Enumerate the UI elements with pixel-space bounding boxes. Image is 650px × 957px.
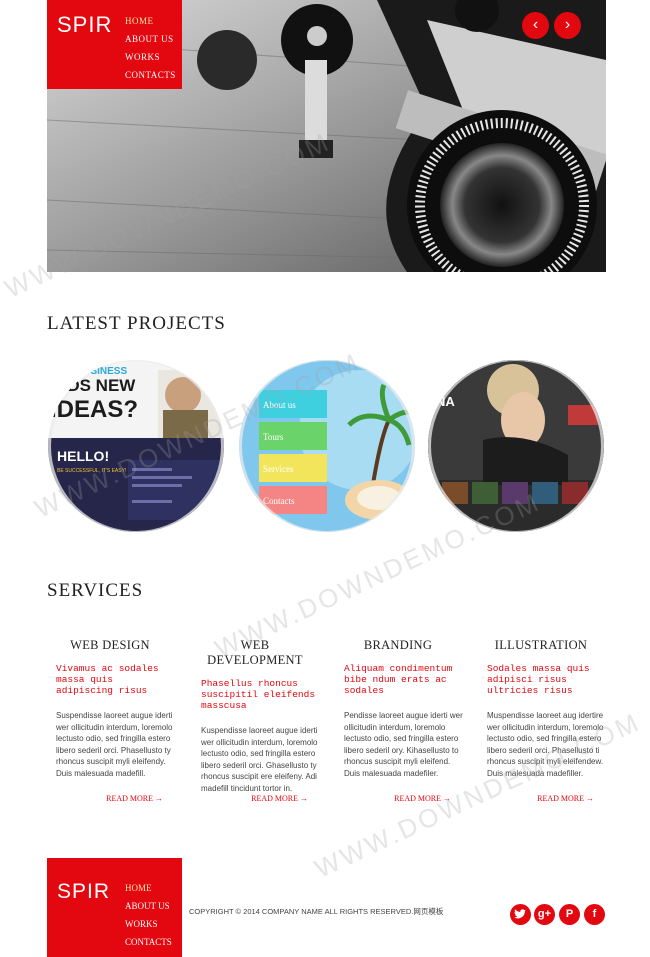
site-logo[interactable]: SPIR [57,12,112,38]
project2-menu-services: Services [263,464,294,474]
project-thumbnail-1[interactable]: BUSINESS EDS NEW IDEAS? HELLO! BE SUCCES… [48,360,224,532]
nav-item-works[interactable]: WORKS [125,48,176,66]
projects-heading: LATEST PROJECTS [47,313,226,334]
project1-hello: HELLO! [57,448,110,464]
main-nav: HOME ABOUT US WORKS CONTACTS [125,12,176,84]
project2-menu-about: About us [263,400,296,410]
footer-logo-box: SPIR HOME ABOUT US WORKS CONTACTS [47,858,182,957]
read-more-link[interactable]: READ MORE → [394,794,451,803]
service-text: Muspendisse laoreet aug idertire wer oll… [487,711,604,778]
arrow-right-icon: → [300,794,308,803]
project-thumbnail-3[interactable]: NA [428,360,604,532]
read-more-link[interactable]: READ MORE → [537,794,594,803]
service-card-branding: BRANDING Aliquam condimentum bibe ndum e… [335,628,463,818]
pinterest-icon[interactable]: P [559,904,580,925]
project-thumbnail-2[interactable]: About us Tours Services Contacts [239,360,415,532]
service-title: ILLUSTRATION [494,638,588,652]
twitter-icon[interactable] [510,904,531,925]
service-subtitle: Vivamus ac sodales massa quis adipiscing… [56,663,159,696]
service-card-web-development: WEB DEVELOPMENT Phasellus rhoncus suscip… [192,628,318,818]
service-subtitle: Sodales massa quis adipisci risus ultric… [487,663,590,696]
service-title: BRANDING [363,638,433,652]
service-card-web-design: WEB DESIGN Vivamus ac sodales massa quis… [47,628,173,818]
arrow-right-icon: → [443,794,451,803]
project1-headline-mid: EDS NEW [56,376,136,395]
footer-nav-home[interactable]: HOME [125,879,172,897]
project2-menu-tours: Tours [263,432,284,442]
slider-next-button[interactable]: › [554,12,581,39]
google-plus-icon[interactable]: g+ [534,904,555,925]
nav-item-about-us[interactable]: ABOUT US [125,30,176,48]
copyright-text: COPYRIGHT © 2014 COMPANY NAME ALL RIGHTS… [189,907,444,916]
read-more-link[interactable]: READ MORE → [106,794,163,803]
services-heading: SERVICES [47,580,144,601]
footer-nav: HOME ABOUT US WORKS CONTACTS [125,879,172,951]
service-title: WEB DESIGN [70,638,150,652]
read-more-link[interactable]: READ MORE → [251,794,308,803]
nav-item-contacts[interactable]: CONTACTS [125,66,176,84]
project1-headline-big: IDEAS? [50,396,139,423]
service-text: Suspendisse laoreet augue iderti wer oll… [56,711,173,778]
footer-nav-about-us[interactable]: ABOUT US [125,897,172,915]
service-title: WEB DEVELOPMENT [207,638,303,667]
arrow-right-icon: → [155,794,163,803]
header-logo-box: SPIR HOME ABOUT US WORKS CONTACTS [47,0,182,89]
footer-logo[interactable]: SPIR [57,880,110,904]
service-card-illustration: ILLUSTRATION Sodales massa quis adipisci… [478,628,604,818]
footer-nav-works[interactable]: WORKS [125,915,172,933]
footer-nav-contacts[interactable]: CONTACTS [125,933,172,951]
service-subtitle: Phasellus rhoncus suscipitil eleifends m… [201,678,316,711]
slider-prev-button[interactable]: ‹ [522,12,549,39]
service-subtitle: Aliquam condimentum bibe ndum erats ac s… [344,663,453,696]
arrow-right-icon: → [586,794,594,803]
facebook-icon[interactable]: f [584,904,605,925]
project3-label: NA [436,394,455,409]
project1-tagline: BE SUCCESSFUL, IT'S EASY! [57,468,127,474]
project2-menu-contacts: Contacts [263,496,295,506]
service-text: Pendisse laoreet augue iderti wer ollici… [344,711,463,778]
service-text: Kuspendisse laoreet augue iderti wer oll… [201,726,318,793]
nav-item-home[interactable]: HOME [125,12,176,30]
